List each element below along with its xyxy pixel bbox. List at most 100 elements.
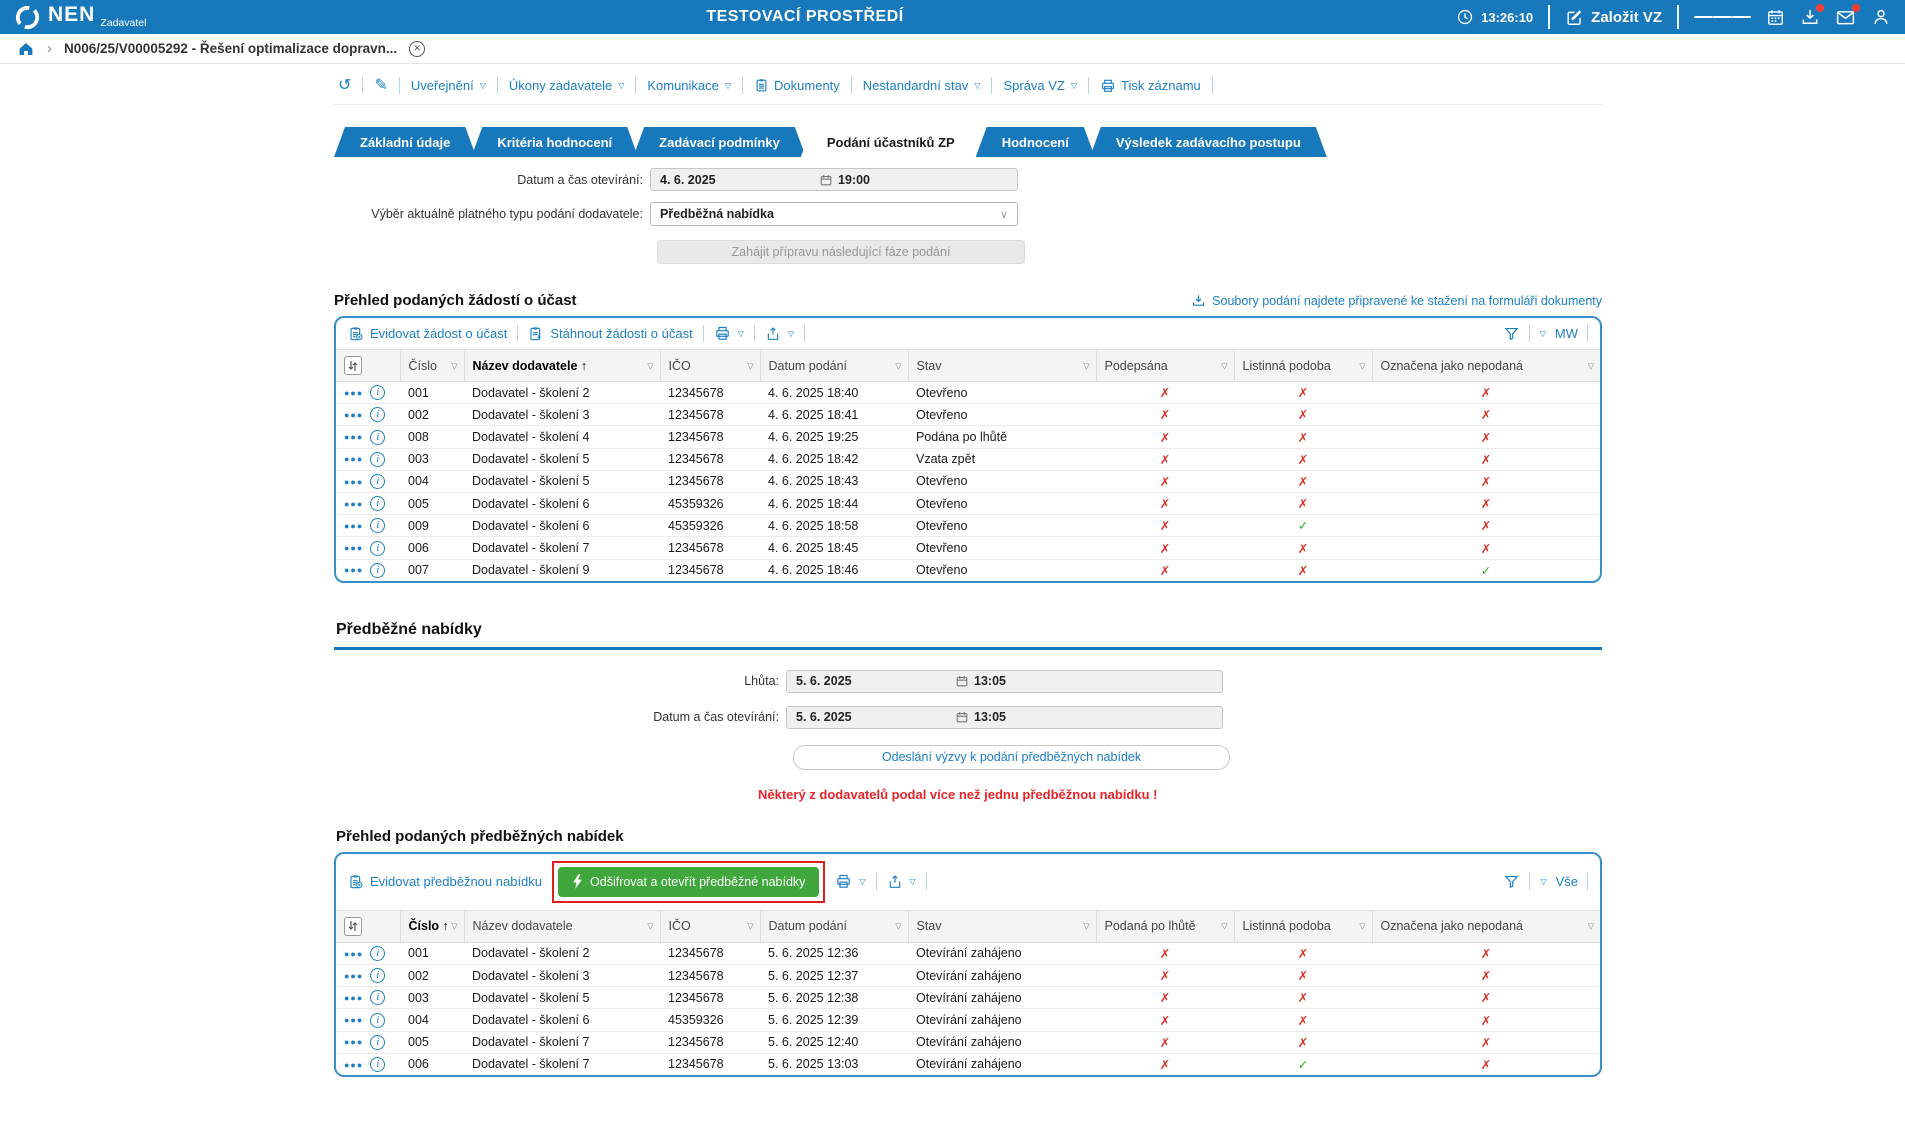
chevron-down-icon[interactable]: ▽ — [1540, 877, 1546, 886]
send-call-button[interactable]: Odeslání výzvy k podání předběžných nabí… — [793, 745, 1230, 770]
row-info-icon[interactable]: i — [370, 541, 385, 556]
column-filter-icon[interactable]: ▽ — [1083, 361, 1089, 370]
column-header[interactable]: Název dodavatele▽ — [464, 910, 660, 942]
row-menu-icon[interactable]: ●●● — [344, 432, 363, 442]
column-header[interactable]: Datum podání▽ — [760, 910, 908, 942]
column-header[interactable]: IČO▽ — [660, 350, 760, 382]
filter-preset-label[interactable]: Vše — [1556, 874, 1578, 889]
row-info-icon[interactable]: i — [370, 407, 385, 422]
print-table-button[interactable]: ▽ — [714, 325, 744, 342]
row-info-icon[interactable]: i — [370, 385, 385, 400]
column-header[interactable]: Číslo ↑▽ — [400, 910, 464, 942]
mail-icon[interactable] — [1835, 7, 1856, 28]
column-header[interactable]: Listinná podoba▽ — [1234, 350, 1372, 382]
column-filter-icon[interactable]: ▽ — [895, 361, 901, 370]
menu-komunikace[interactable]: Komunikace▽ — [647, 78, 731, 93]
user-icon[interactable] — [1871, 7, 1891, 27]
evidovat-zadost-button[interactable]: Evidovat žádost o účast — [348, 326, 507, 342]
download-note-link[interactable]: Soubory podání najdete připravené ke sta… — [1191, 293, 1602, 308]
column-filter-icon[interactable]: ▽ — [451, 361, 457, 370]
table-row[interactable]: ●●●i004Dodavatel - školení 6453593265. 6… — [336, 1009, 1600, 1031]
preliminary-open-field[interactable]: 5. 6. 2025 13:05 — [786, 706, 1223, 729]
row-menu-icon[interactable]: ●●● — [344, 543, 363, 553]
edit-button[interactable]: ✎ — [374, 78, 387, 94]
row-menu-icon[interactable]: ●●● — [344, 971, 363, 981]
submission-type-select[interactable]: Předběžná nabídka ∨ — [650, 202, 1018, 226]
evidovat-nabidku-button[interactable]: Evidovat předběžnou nabídku — [348, 874, 542, 890]
row-menu-icon[interactable]: ●●● — [344, 388, 363, 398]
menu-dokumenty[interactable]: Dokumenty — [754, 78, 840, 93]
row-menu-icon[interactable]: ●●● — [344, 1037, 363, 1047]
row-menu-icon[interactable]: ●●● — [344, 410, 363, 420]
table-row[interactable]: ●●●i001Dodavatel - školení 2123456785. 6… — [336, 942, 1600, 964]
row-info-icon[interactable]: i — [370, 1057, 385, 1072]
tab-podani-ucastniku-zp[interactable]: Podání účastníků ZP — [801, 127, 981, 157]
close-record-icon[interactable]: ✕ — [409, 41, 425, 57]
column-filter-icon[interactable]: ▽ — [747, 361, 753, 370]
downloads-icon[interactable] — [1800, 7, 1820, 27]
row-info-icon[interactable]: i — [370, 990, 385, 1005]
lhuta-field[interactable]: 5. 6. 2025 13:05 — [786, 670, 1223, 693]
table-row[interactable]: ●●●i005Dodavatel - školení 7123456785. 6… — [336, 1031, 1600, 1053]
column-filter-icon[interactable]: ▽ — [1359, 922, 1365, 931]
column-header[interactable]: Stav▽ — [908, 350, 1096, 382]
filter-icon[interactable] — [1503, 325, 1520, 342]
column-filter-icon[interactable]: ▽ — [1588, 922, 1594, 931]
row-info-icon[interactable]: i — [370, 1035, 385, 1050]
menu-icon[interactable] — [1694, 13, 1751, 22]
column-header[interactable]: Podepsána▽ — [1096, 350, 1234, 382]
tab-zakladni-udaje[interactable]: Základní údaje — [334, 127, 476, 157]
column-filter-icon[interactable]: ▽ — [647, 361, 653, 370]
table-row[interactable]: ●●●i006Dodavatel - školení 7123456784. 6… — [336, 537, 1600, 559]
table-row[interactable]: ●●●i004Dodavatel - školení 5123456784. 6… — [336, 470, 1600, 492]
table-row[interactable]: ●●●i008Dodavatel - školení 4123456784. 6… — [336, 426, 1600, 448]
menu-ukony-zadavatele[interactable]: Úkony zadavatele▽ — [509, 78, 625, 93]
menu-nestandardni-stav[interactable]: Nestandardní stav▽ — [863, 78, 981, 93]
table-row[interactable]: ●●●i003Dodavatel - školení 5123456785. 6… — [336, 987, 1600, 1009]
filter-preset-label[interactable]: MW — [1555, 326, 1578, 341]
column-header[interactable]: Datum podání▽ — [760, 350, 908, 382]
row-menu-icon[interactable]: ●●● — [344, 454, 363, 464]
create-vz-button[interactable]: Založit VZ — [1565, 8, 1662, 27]
table-row[interactable]: ●●●i002Dodavatel - školení 3123456784. 6… — [336, 404, 1600, 426]
print-record-button[interactable]: Tisk záznamu — [1100, 78, 1201, 94]
column-header[interactable]: Označena jako nepodaná▽ — [1372, 910, 1600, 942]
row-menu-icon[interactable]: ●●● — [344, 477, 363, 487]
column-filter-icon[interactable]: ▽ — [451, 922, 457, 931]
chevron-down-icon[interactable]: ▽ — [1540, 329, 1546, 338]
column-filter-icon[interactable]: ▽ — [747, 922, 753, 931]
row-info-icon[interactable]: i — [370, 563, 385, 578]
history-button[interactable]: ↺ — [338, 78, 351, 94]
column-header[interactable]: Číslo▽ — [400, 350, 464, 382]
next-phase-button[interactable]: Zahájit přípravu následující fáze podání — [657, 240, 1025, 264]
row-menu-icon[interactable]: ●●● — [344, 565, 363, 575]
column-filter-icon[interactable]: ▽ — [1221, 361, 1227, 370]
table-row[interactable]: ●●●i009Dodavatel - školení 6453593264. 6… — [336, 515, 1600, 537]
row-info-icon[interactable]: i — [370, 968, 385, 983]
row-info-icon[interactable]: i — [370, 946, 385, 961]
column-chooser-icon[interactable] — [344, 917, 362, 936]
tab-zadavaci-podminky[interactable]: Zadávací podmínky — [633, 127, 806, 157]
column-filter-icon[interactable]: ▽ — [895, 922, 901, 931]
tab-hodnoceni[interactable]: Hodnocení — [976, 127, 1095, 157]
table-row[interactable]: ●●●i005Dodavatel - školení 6453593264. 6… — [336, 493, 1600, 515]
table-row[interactable]: ●●●i006Dodavatel - školení 7123456785. 6… — [336, 1053, 1600, 1075]
column-filter-icon[interactable]: ▽ — [1359, 361, 1365, 370]
row-menu-icon[interactable]: ●●● — [344, 1015, 363, 1025]
column-filter-icon[interactable]: ▽ — [647, 922, 653, 931]
stahnout-zadosti-button[interactable]: Stáhnout žádosti o účast — [528, 326, 692, 342]
table-row[interactable]: ●●●i002Dodavatel - školení 3123456785. 6… — [336, 965, 1600, 987]
row-menu-icon[interactable]: ●●● — [344, 499, 363, 509]
table-row[interactable]: ●●●i001Dodavatel - školení 2123456784. 6… — [336, 382, 1600, 404]
menu-sprava-vz[interactable]: Správa VZ▽ — [1003, 78, 1077, 93]
column-filter-icon[interactable]: ▽ — [1588, 361, 1594, 370]
column-header[interactable]: Název dodavatele ↑▽ — [464, 350, 660, 382]
breadcrumb-record-title[interactable]: N006/25/V00005292 - Řešení optimalizace … — [64, 41, 397, 56]
decrypt-open-offers-button[interactable]: Odšifrovat a otevřít předběžné nabídky — [558, 867, 819, 897]
column-header[interactable]: Stav▽ — [908, 910, 1096, 942]
calendar-icon[interactable] — [1766, 8, 1785, 27]
row-info-icon[interactable]: i — [370, 518, 385, 533]
row-info-icon[interactable]: i — [370, 496, 385, 511]
tab-kriteria-hodnoceni[interactable]: Kritéria hodnocení — [471, 127, 638, 157]
row-menu-icon[interactable]: ●●● — [344, 949, 363, 959]
